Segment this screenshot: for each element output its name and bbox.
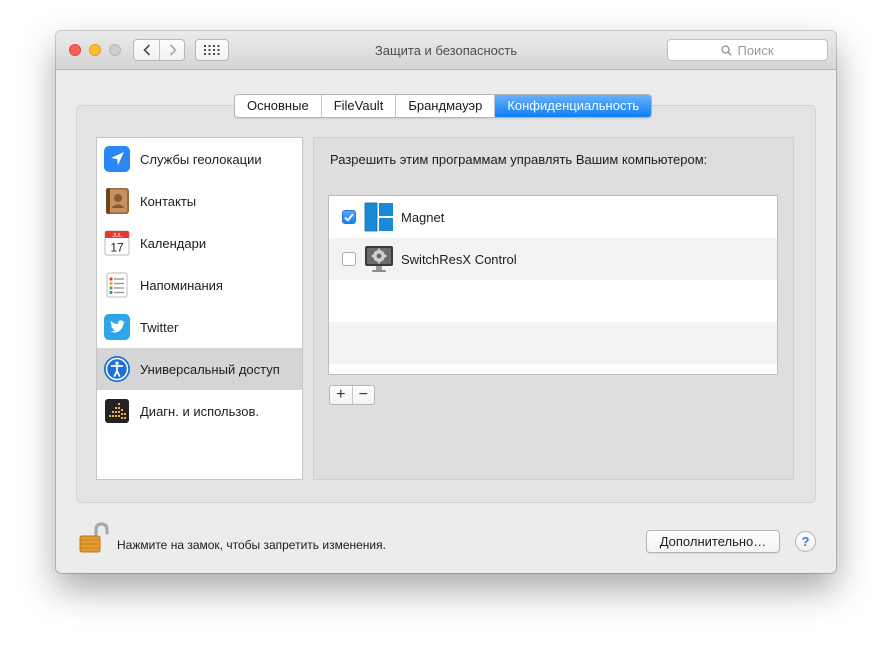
chevron-left-icon: [142, 44, 150, 56]
add-app-button[interactable]: +: [330, 386, 353, 404]
calendar-icon-day: 17: [110, 241, 124, 255]
sidebar-item-twitter[interactable]: Twitter: [97, 306, 302, 348]
tab-general[interactable]: Основные: [235, 95, 322, 117]
twitter-bird-icon: [104, 314, 130, 340]
tab-bar: Основные FileVault Брандмауэр Конфиденци…: [234, 94, 653, 118]
apps-control-description: Разрешить этим программам управлять Ваши…: [330, 152, 708, 167]
unlocked-padlock-icon[interactable]: [76, 521, 110, 555]
help-button[interactable]: ?: [795, 531, 816, 552]
sidebar-item-label: Диагн. и использов.: [140, 403, 259, 419]
list-item-switchresx[interactable]: SwitchResX Control: [329, 238, 777, 280]
title-bar: Защита и безопасность Поиск: [56, 31, 836, 70]
app-name: SwitchResX Control: [401, 251, 517, 267]
sidebar-item-location-services[interactable]: Службы геолокации: [97, 138, 302, 180]
tab-firewall[interactable]: Брандмауэр: [396, 95, 496, 117]
chevron-right-icon: [169, 44, 177, 56]
sidebar-item-label: Календари: [140, 235, 207, 251]
advanced-button[interactable]: Дополнительно…: [646, 530, 780, 553]
magnet-checkbox[interactable]: [342, 210, 356, 224]
accessibility-icon: [104, 356, 130, 382]
remove-app-button[interactable]: −: [353, 386, 375, 404]
list-item-magnet[interactable]: Magnet: [329, 196, 777, 238]
sidebar-item-contacts[interactable]: Контакты: [97, 180, 302, 222]
security-preferences-window: Защита и безопасность Поиск Основные Fil…: [56, 31, 836, 573]
search-icon: [721, 44, 733, 56]
tab-filevault[interactable]: FileVault: [322, 95, 397, 117]
forward-button[interactable]: [160, 40, 185, 60]
privacy-category-list: Службы геолокации Контакты JUL 17 Календ…: [96, 137, 303, 480]
navigation-buttons: [133, 39, 185, 61]
sidebar-item-label: Контакты: [140, 193, 197, 209]
diagnostics-icon: [105, 399, 129, 423]
sidebar-item-label: Напоминания: [140, 277, 223, 293]
reminders-icon: [106, 272, 128, 298]
checkmark-icon: [344, 213, 354, 222]
switchresx-app-icon: [365, 246, 393, 272]
grid-icon: [204, 45, 220, 55]
empty-row: [329, 280, 777, 322]
calendar-icon-month: JUL: [112, 233, 122, 239]
sidebar-item-label: Twitter: [140, 319, 179, 335]
magnet-app-icon: [364, 202, 393, 232]
switchresx-checkbox[interactable]: [342, 252, 356, 266]
apps-list: Magnet SwitchResX Control: [328, 195, 778, 375]
empty-row: [329, 322, 777, 364]
tab-privacy[interactable]: Конфиденциальность: [495, 95, 652, 117]
location-arrow-icon: [104, 146, 130, 172]
app-name: Magnet: [401, 209, 445, 225]
close-window-button[interactable]: [69, 44, 81, 56]
minimize-window-button[interactable]: [89, 44, 101, 56]
search-field[interactable]: Поиск: [667, 39, 828, 61]
zoom-window-button[interactable]: [109, 44, 121, 56]
lock-instructions: Нажмите на замок, чтобы запретить измене…: [117, 538, 386, 552]
sidebar-item-reminders[interactable]: Напоминания: [97, 264, 302, 306]
sidebar-item-label: Службы геолокации: [140, 151, 262, 167]
contacts-book-icon: [106, 188, 129, 214]
sidebar-item-label: Универсальный доступ: [140, 361, 280, 377]
back-button[interactable]: [134, 40, 160, 60]
add-remove-buttons: + −: [329, 385, 375, 405]
sidebar-item-diagnostics[interactable]: Диагн. и использов.: [97, 390, 302, 432]
show-all-button[interactable]: [195, 39, 229, 61]
search-placeholder: Поиск: [737, 42, 774, 58]
sidebar-item-accessibility[interactable]: Универсальный доступ: [97, 348, 302, 390]
sidebar-item-calendars[interactable]: JUL 17 Календари: [97, 222, 302, 264]
calendar-icon: JUL 17: [104, 230, 130, 256]
